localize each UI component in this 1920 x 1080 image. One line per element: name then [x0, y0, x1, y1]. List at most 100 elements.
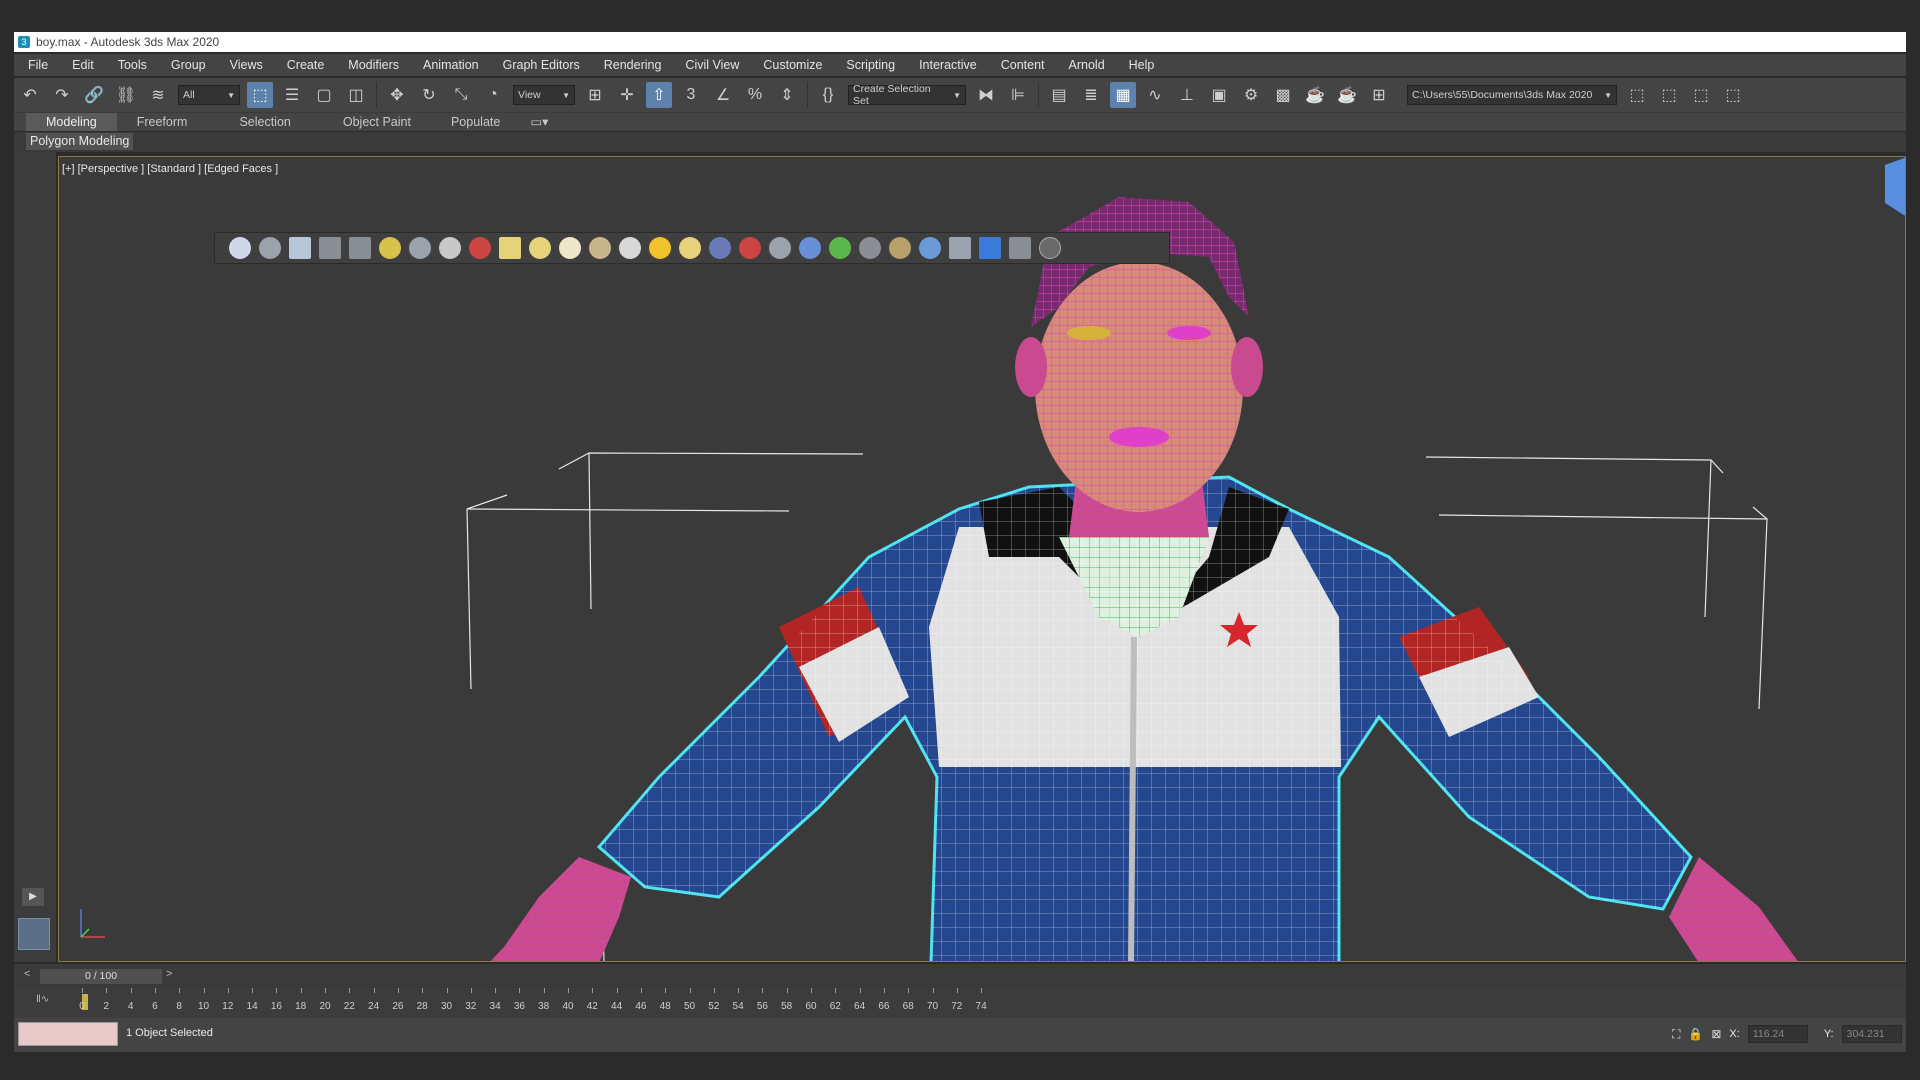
move-icon[interactable]: ✥ — [384, 82, 410, 108]
image-icon[interactable] — [949, 237, 971, 259]
render-icon[interactable] — [979, 237, 1001, 259]
perspective-viewport[interactable] — [58, 156, 1906, 962]
named-selection-set-dropdown[interactable]: Create Selection Set ▼ — [848, 83, 966, 107]
menu-file[interactable]: File — [14, 58, 60, 72]
play-icon[interactable]: ▶ — [22, 888, 44, 906]
unlink-icon[interactable]: ⛓ — [113, 82, 139, 108]
render-iterative-icon[interactable]: ☕ — [1334, 82, 1360, 108]
rendered-frame-window-icon[interactable]: ▩ — [1270, 82, 1296, 108]
project-icon-3[interactable]: ⬚ — [1688, 82, 1714, 108]
maxscript-listener[interactable] — [18, 1022, 118, 1046]
select-manipulate-icon[interactable]: ✛ — [614, 82, 640, 108]
menu-create[interactable]: Create — [275, 58, 337, 72]
render-production-icon[interactable]: ☕ — [1302, 82, 1328, 108]
half-sphere-icon[interactable] — [439, 237, 461, 259]
mirror-icon[interactable]: ⧓ — [973, 82, 999, 108]
scene-explorer-icon[interactable]: ▤ — [1046, 82, 1072, 108]
keyboard-shortcut-override-icon[interactable]: ⇧ — [646, 82, 672, 108]
gear-icon[interactable] — [799, 237, 821, 259]
menu-animation[interactable]: Animation — [411, 58, 491, 72]
teapot-icon[interactable] — [229, 237, 251, 259]
project-folder-dropdown[interactable]: C:\Users\55\Documents\3ds Max 2020 ▼ — [1407, 85, 1617, 105]
render-frame-icon[interactable] — [289, 237, 311, 259]
globe-icon[interactable] — [919, 237, 941, 259]
menu-graph-editors[interactable]: Graph Editors — [491, 58, 592, 72]
tab-modeling[interactable]: Modeling — [26, 113, 117, 131]
polygon-modeling-panel-button[interactable]: Polygon Modeling — [26, 133, 134, 150]
select-object-icon[interactable]: ⬚ — [247, 82, 273, 108]
menu-tools[interactable]: Tools — [106, 58, 159, 72]
hair-fur-icon[interactable] — [859, 237, 881, 259]
viewcube[interactable] — [1885, 157, 1906, 217]
menu-help[interactable]: Help — [1117, 58, 1167, 72]
scale-icon[interactable]: ⤡ — [448, 82, 474, 108]
selection-filter-dropdown[interactable]: All ▼ — [178, 85, 240, 105]
redo-icon[interactable]: ↷ — [49, 82, 75, 108]
viewport-label[interactable]: [+] [Perspective ] [Standard ] [Edged Fa… — [62, 163, 278, 175]
camera-icon[interactable] — [409, 237, 431, 259]
edit-named-selection-icon[interactable]: {} — [815, 82, 841, 108]
dome-icon[interactable] — [529, 237, 551, 259]
tab-freeform[interactable]: Freeform — [117, 113, 208, 131]
cone-icon[interactable] — [619, 237, 641, 259]
snaps-toggle-icon[interactable]: 3 — [678, 82, 704, 108]
light-bulb-icon[interactable] — [379, 237, 401, 259]
isolate-icon[interactable]: ⛶ — [1672, 1027, 1680, 1042]
menu-modifiers[interactable]: Modifiers — [336, 58, 411, 72]
project-icon-2[interactable]: ⬚ — [1656, 82, 1682, 108]
tab-selection[interactable]: Selection — [207, 113, 322, 131]
lock-icon[interactable]: 🔒 — [1688, 1027, 1703, 1041]
pivot-center-icon[interactable]: ⊞ — [582, 82, 608, 108]
particles-icon[interactable] — [709, 237, 731, 259]
time-prev-button[interactable]: < — [24, 968, 30, 980]
viewport-layout-icon[interactable] — [18, 918, 50, 950]
undo-icon[interactable]: ↶ — [17, 82, 43, 108]
bowl-icon[interactable] — [589, 237, 611, 259]
menu-civil-view[interactable]: Civil View — [673, 58, 751, 72]
tab-populate[interactable]: Populate — [431, 113, 520, 131]
project-icon-4[interactable]: ⬚ — [1720, 82, 1746, 108]
link-icon[interactable]: 🔗 — [81, 82, 107, 108]
time-slider[interactable]: 0 / 100 — [40, 969, 162, 984]
molecule-icon[interactable] — [739, 237, 761, 259]
grass-icon[interactable] — [829, 237, 851, 259]
sun-icon[interactable] — [649, 237, 671, 259]
panel-icon[interactable] — [1009, 237, 1031, 259]
sphere-icon[interactable] — [679, 237, 701, 259]
layer-explorer-icon[interactable]: ≣ — [1078, 82, 1104, 108]
menu-customize[interactable]: Customize — [751, 58, 834, 72]
ribbon-options-icon[interactable]: ▭▾ — [520, 113, 558, 131]
absolute-mode-icon[interactable]: ⊠ — [1711, 1027, 1721, 1041]
render-in-cloud-icon[interactable]: ⊞ — [1366, 82, 1392, 108]
track-bar[interactable]: Ⅱ∿ 0 2 4 6 8 10 12 14 16 18 20 22 24 26 28 30 32 34 36 38 40… — [14, 988, 1906, 1018]
spinner-snap-icon[interactable]: ⇕ — [774, 82, 800, 108]
menu-group[interactable]: Group — [159, 58, 218, 72]
curve-editor-icon[interactable]: ∿ — [1142, 82, 1168, 108]
tab-object-paint[interactable]: Object Paint — [323, 113, 431, 131]
envelope-icon[interactable] — [769, 237, 791, 259]
grid-icon[interactable] — [349, 237, 371, 259]
material-editor-icon[interactable]: ▣ — [1206, 82, 1232, 108]
sphere-light-icon[interactable] — [559, 237, 581, 259]
select-by-name-icon[interactable]: ☰ — [279, 82, 305, 108]
angle-snap-icon[interactable]: ∠ — [710, 82, 736, 108]
toggle-ribbon-icon[interactable]: ▦ — [1110, 82, 1136, 108]
x-coordinate-field[interactable]: 116.24 — [1747, 1025, 1808, 1043]
menu-views[interactable]: Views — [218, 58, 275, 72]
rotate-icon[interactable]: ↻ — [416, 82, 442, 108]
percent-snap-icon[interactable]: % — [742, 82, 768, 108]
shell-icon[interactable] — [889, 237, 911, 259]
material-icon[interactable] — [469, 237, 491, 259]
y-coordinate-field[interactable]: 304.231 — [1841, 1025, 1902, 1043]
menu-arnold[interactable]: Arnold — [1057, 58, 1117, 72]
window-crossing-icon[interactable]: ◫ — [343, 82, 369, 108]
reference-coordinate-dropdown[interactable]: View ▼ — [513, 85, 575, 105]
render-setup-icon[interactable]: ⚙ — [1238, 82, 1264, 108]
schematic-view-icon[interactable]: ⊥ — [1174, 82, 1200, 108]
placement-icon[interactable]: ◔ — [480, 82, 506, 108]
menu-interactive[interactable]: Interactive — [907, 58, 989, 72]
menu-content[interactable]: Content — [989, 58, 1057, 72]
time-next-button[interactable]: > — [166, 968, 172, 980]
curve-editor-toggle-icon[interactable]: Ⅱ∿ — [36, 994, 49, 1005]
plane-icon[interactable] — [499, 237, 521, 259]
